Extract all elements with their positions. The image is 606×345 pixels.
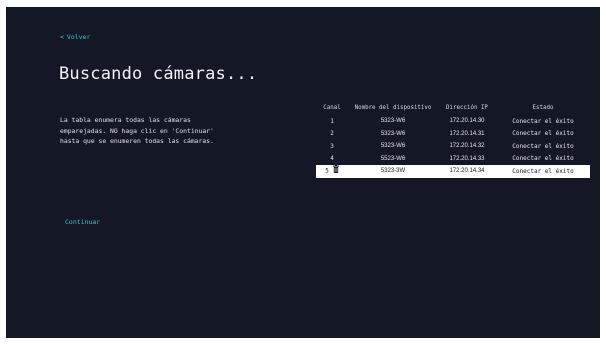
cell-canal-value: 5: [325, 167, 329, 175]
cell-status: Conectar el éxito: [512, 117, 574, 125]
column-header-status: Estado: [532, 105, 554, 111]
back-link[interactable]: < Volver: [60, 33, 90, 41]
camera-table: Canal Nombre del dispositivo Dirección I…: [316, 101, 590, 178]
page-title: Buscando cámaras...: [59, 64, 258, 84]
cell-canal: 5: [316, 165, 348, 178]
cell-status: Conectar el éxito: [496, 165, 590, 178]
cell-canal: 2: [330, 130, 334, 138]
screen: < Volver Buscando cámaras... La tabla enu…: [6, 7, 600, 338]
cell-canal: 4: [330, 155, 334, 163]
cell-ip-address: 172.20.14.30: [449, 118, 485, 125]
cell-ip-address: 172.20.14.32: [449, 143, 485, 150]
table-row[interactable]: 1 5323-W6 172.20.14.30 Conectar el éxito: [316, 115, 590, 128]
cell-ip-address: 172.20.14.31: [449, 130, 485, 137]
table-row-selected[interactable]: 5 5323-3W 172.20.14.34 Conectar el éxito: [316, 165, 590, 178]
cell-ip-address: 172.20.14.33: [449, 155, 485, 162]
column-header-canal: Canal: [323, 105, 341, 111]
cell-canal: 1: [330, 117, 334, 125]
cell-device-name: 5323-3W: [348, 165, 438, 178]
column-header-device-name: Nombre del dispositivo: [354, 105, 432, 111]
chevron-left-icon: <: [60, 33, 64, 41]
table-row[interactable]: 4 5523-W6 172.20.14.33 Conectar el éxito: [316, 153, 590, 166]
cell-ip-address: 172.20.14.34: [438, 165, 496, 178]
cell-status: Conectar el éxito: [512, 130, 574, 138]
instructions-text: La tabla enumera todas las cámaras empar…: [60, 116, 214, 145]
cell-device-name: 5323-W6: [380, 118, 406, 125]
cell-device-name: 5323-W6: [380, 130, 406, 137]
cell-device-name: 5323-W6: [380, 143, 406, 150]
table-header-row: Canal Nombre del dispositivo Dirección I…: [316, 101, 590, 115]
column-header-ip-address: Dirección IP: [446, 105, 488, 111]
trash-icon[interactable]: [332, 165, 339, 175]
cell-canal: 3: [330, 142, 334, 150]
cell-status: Conectar el éxito: [512, 142, 574, 150]
cell-status: Conectar el éxito: [512, 155, 574, 163]
back-label: Volver: [66, 33, 91, 41]
table-row[interactable]: 3 5323-W6 172.20.14.32 Conectar el éxito: [316, 140, 590, 153]
continue-button[interactable]: Continuar: [65, 218, 100, 226]
cell-device-name: 5523-W6: [380, 155, 406, 162]
table-row[interactable]: 2 5323-W6 172.20.14.31 Conectar el éxito: [316, 128, 590, 141]
